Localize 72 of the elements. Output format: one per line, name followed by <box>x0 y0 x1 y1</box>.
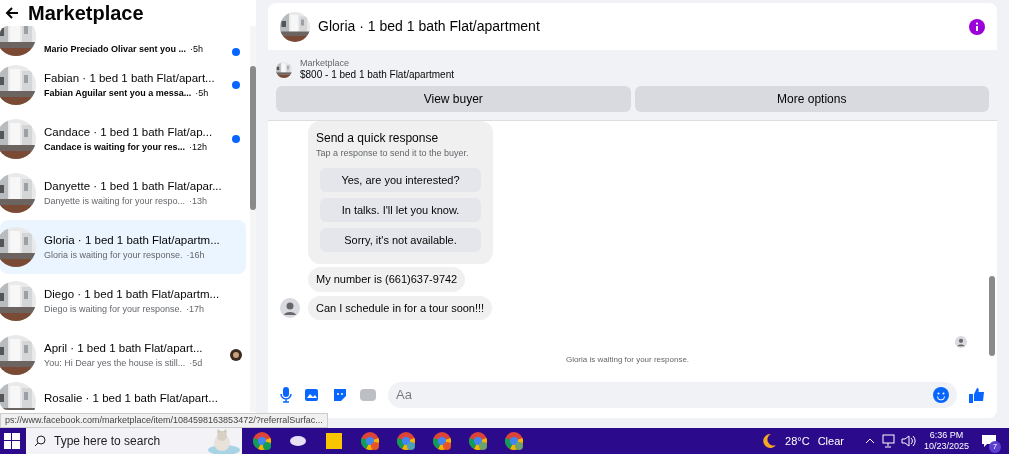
message-preview: You: Hi Dear yes the house is still... <box>44 356 186 370</box>
moon-icon[interactable] <box>761 433 778 449</box>
notifications-button[interactable]: 7 <box>977 429 1001 453</box>
message-bubble: My number is (661)637-9742 <box>308 267 466 292</box>
listing-name: $800 - 1 bed 1 bath Flat/apartment <box>300 69 454 82</box>
volume-icon[interactable] <box>899 433 916 449</box>
clock-time: 6:36 PM <box>929 429 964 441</box>
timestamp: ·16h <box>186 248 205 262</box>
weather-condition: Clear <box>817 433 844 449</box>
sticker-icon[interactable] <box>332 387 348 403</box>
browser-icon[interactable] <box>432 431 452 451</box>
message-preview: Gloria is waiting for your response. <box>44 248 183 262</box>
taskbar-search-field[interactable]: Type here to search <box>26 428 242 454</box>
temperature: 28°C <box>785 433 810 449</box>
conversation-title: Candace · 1 bed 1 bath Flat/ap... <box>44 124 214 140</box>
windows-logo-icon[interactable] <box>4 433 20 449</box>
browser-icon[interactable] <box>504 431 524 451</box>
timestamp: ·12h <box>189 140 208 154</box>
message-preview: Diego is waiting for your response. <box>44 302 183 316</box>
browser-icon[interactable] <box>252 431 272 451</box>
message-input[interactable]: Aa <box>396 385 933 405</box>
timestamp: ·5h <box>190 42 204 56</box>
back-arrow-icon[interactable] <box>4 5 20 21</box>
message-bubble: Can I schedule in for a tour soon!!! <box>308 295 493 321</box>
clock-date: 10/23/2025 <box>923 441 969 453</box>
timestamp: ·5h <box>195 86 209 100</box>
conversation-item[interactable]: Gloria · 1 bed 1 bath Flat/apartm... Gloria is waiting for your response. ·16h <box>0 220 246 274</box>
conversation-title: Gloria · 1 bed 1 bath Flat/apartm... <box>44 232 221 248</box>
quick-reply-button[interactable]: Sorry, it's not available. <box>320 228 481 253</box>
quick-reply-button[interactable]: Yes, are you interested? <box>320 168 481 193</box>
network-icon[interactable] <box>879 433 896 449</box>
browser-icon[interactable] <box>360 431 380 451</box>
user-avatar-icon <box>280 298 300 318</box>
timestamp: ·13h <box>189 194 208 208</box>
conversation-item[interactable]: Danyette · 1 bed 1 bath Flat/apar... Danyette is waiting for your respo... ·13h <box>0 166 246 220</box>
info-icon[interactable] <box>969 18 985 35</box>
timestamp: ·5d <box>189 356 203 370</box>
listing-label: Marketplace <box>300 58 351 70</box>
page-title: Marketplace <box>28 1 144 26</box>
message-preview: Candace is waiting for your res... <box>44 140 186 154</box>
conversation-item[interactable]: Candace · 1 bed 1 bath Flat/ap... Candace is waiting for your res... ·12h <box>0 112 246 166</box>
conversation-title: Rosalie · 1 bed 1 bath Flat/apart... <box>44 391 219 406</box>
action-button[interactable]: More options <box>634 85 989 112</box>
microphone-icon[interactable] <box>280 387 292 403</box>
user-avatar-icon <box>955 336 967 349</box>
conversation-title: April · 1 bed 1 bath Flat/apart... <box>44 340 204 356</box>
notification-badge: 7 <box>989 441 1001 453</box>
conversation-item[interactable]: Mario Preciado Olivar sent you ... ·5h <box>0 26 246 58</box>
message-preview: Fabian Aguilar sent you a messa... <box>44 86 192 100</box>
chat-title: Gloria · 1 bed 1 bath Flat/apartment <box>318 17 540 36</box>
timestamp: ·17h <box>186 302 205 316</box>
waiting-status: Gloria is waiting for your response. <box>564 354 691 367</box>
conversation-item[interactable]: April · 1 bed 1 bath Flat/apart... You: Hi Dear yes the house is still... ·5d <box>0 328 246 382</box>
message-field[interactable]: Aa <box>388 382 957 408</box>
message-preview: Mario Preciado Olivar sent you ... <box>44 42 187 56</box>
card-title: Send a quick response <box>316 129 440 147</box>
scrollbar[interactable] <box>249 26 256 412</box>
action-button[interactable]: View buyer <box>276 85 631 112</box>
browser-icon[interactable] <box>468 431 488 451</box>
conversation-item[interactable]: Fabian · 1 bed 1 bath Flat/apart... Fabian Aguilar sent you a messa... ·5h <box>0 58 246 112</box>
conversation-title: Diego · 1 bed 1 bath Flat/apartm... <box>44 286 221 302</box>
search-icon <box>34 435 46 447</box>
emoji-icon[interactable] <box>933 387 949 403</box>
thumbs-up-icon[interactable] <box>969 387 985 403</box>
browser-icon[interactable] <box>396 431 416 451</box>
card-subtitle: Tap a response to send it to the buyer. <box>316 146 470 160</box>
conversation-title: Fabian · 1 bed 1 bath Flat/apart... <box>44 70 216 86</box>
quick-reply-button[interactable]: In talks. I'll let you know. <box>320 198 481 223</box>
conversation-title: Danyette · 1 bed 1 bath Flat/apar... <box>44 178 222 194</box>
photo-icon[interactable] <box>304 387 320 403</box>
message-preview: Danyette is waiting for your respo... <box>44 194 186 208</box>
conversation-item[interactable]: Diego · 1 bed 1 bath Flat/apartm... Diego is waiting for your response. ·17h <box>0 274 246 328</box>
